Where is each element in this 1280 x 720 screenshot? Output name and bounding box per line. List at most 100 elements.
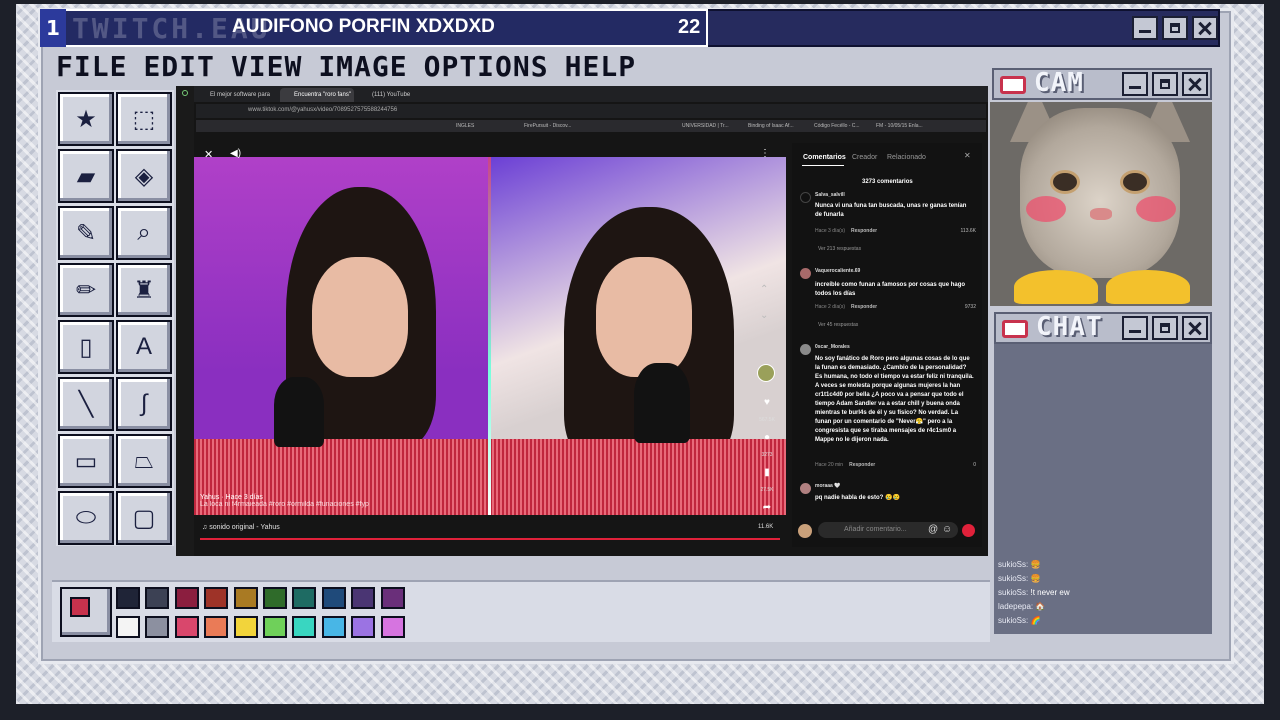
star-icon[interactable]: ★ (58, 92, 114, 146)
fill-icon[interactable]: ◈ (116, 149, 172, 203)
comment-user[interactable]: Salva_salvill (815, 192, 845, 198)
color-swatch[interactable] (174, 587, 199, 609)
eraser-icon[interactable]: ▰ (58, 149, 114, 203)
color-swatch[interactable] (116, 587, 140, 609)
menu-options[interactable]: OPTIONS (424, 50, 549, 83)
pencil-icon[interactable]: ✏ (58, 263, 114, 317)
avatar[interactable] (800, 344, 811, 355)
color-swatch[interactable] (145, 587, 170, 609)
bookmark-isaac[interactable]: Binding of Isaac Af... (748, 123, 794, 129)
avatar[interactable] (800, 483, 811, 494)
comment-user[interactable]: Vaquerocaliente.69 (815, 268, 860, 274)
tab-youtube[interactable]: (111) YouTube (358, 88, 428, 102)
text-icon[interactable]: A (116, 320, 172, 374)
tab-software[interactable]: El mejor software para pro (196, 88, 276, 112)
color-swatch[interactable] (233, 587, 258, 609)
tab-creador[interactable]: Creador (852, 154, 877, 161)
zoom-icon[interactable]: ⌕ (116, 206, 172, 260)
minimize-button[interactable] (1122, 72, 1148, 96)
reply-link[interactable]: Responder (849, 462, 875, 468)
mention-icon[interactable]: @ (928, 524, 938, 535)
sound-name[interactable]: sonido original - Yahus (209, 524, 280, 531)
tab-relacionado[interactable]: Relacionado (887, 154, 926, 161)
color-swatch[interactable] (292, 587, 317, 609)
ellipse-icon[interactable]: ⬭ (58, 491, 114, 545)
reply-link[interactable]: Responder (851, 304, 877, 310)
close-button[interactable] (1182, 316, 1208, 340)
creator-avatar[interactable] (757, 364, 775, 382)
volume-icon[interactable]: ◀) (230, 148, 241, 159)
minimize-button[interactable] (1122, 316, 1148, 340)
eyedropper-icon[interactable]: ✎ (58, 206, 114, 260)
menu-image[interactable]: IMAGE (318, 50, 407, 83)
share-icon[interactable]: ➦ (758, 502, 776, 513)
tab-tiktok[interactable]: Encuentra "roro fans" (280, 88, 354, 102)
comment-user[interactable]: 0scar_Morales (815, 344, 850, 350)
color-swatch[interactable] (116, 616, 140, 638)
comment-likes[interactable]: 0 (950, 462, 976, 468)
bookmarks-bar (196, 120, 986, 132)
brush-icon[interactable]: ♜ (116, 263, 172, 317)
bookmark-ingles[interactable]: INGLES (456, 123, 474, 129)
bookmark-fm[interactable]: FM - 10/05/15 Enla... (876, 123, 923, 129)
color-swatch[interactable] (321, 587, 346, 609)
like-icon[interactable]: ♥ (758, 397, 776, 408)
close-button[interactable] (1182, 72, 1208, 96)
menu-file[interactable]: FILE (56, 50, 127, 83)
address-url[interactable]: www.tiktok.com/@yahusx/video/70895275755… (248, 107, 397, 113)
color-swatch[interactable] (204, 616, 229, 638)
color-swatch[interactable] (263, 616, 287, 638)
color-swatch[interactable] (174, 616, 199, 638)
reply-link[interactable]: Responder (851, 228, 877, 234)
color-swatch[interactable] (292, 616, 317, 638)
color-swatch[interactable] (351, 587, 376, 609)
maximize-button[interactable] (1162, 16, 1188, 40)
menu-edit[interactable]: EDIT (143, 50, 214, 83)
maximize-button[interactable] (1152, 72, 1178, 96)
video-player[interactable] (194, 157, 786, 515)
avatar[interactable] (800, 268, 811, 279)
window-icon (1002, 320, 1028, 338)
color-swatch[interactable] (204, 587, 229, 609)
emoji-icon[interactable]: ☺ (942, 524, 952, 535)
close-button[interactable] (1192, 16, 1218, 40)
color-swatch[interactable] (263, 587, 287, 609)
more-icon[interactable]: ⋮ (760, 148, 770, 159)
bookmark-codigo[interactable]: Código Fecéllo - C... (814, 123, 860, 129)
spray-icon[interactable]: ▯ (58, 320, 114, 374)
color-swatch[interactable] (233, 616, 258, 638)
comment-icon[interactable]: ● (758, 432, 776, 443)
next-video-icon[interactable]: ⌄ (760, 310, 768, 321)
close-video-icon[interactable]: ✕ (204, 148, 213, 161)
bookmark-firepursuit[interactable]: FirePursuit - Discov... (524, 123, 571, 129)
comment-likes[interactable]: 9732 (950, 304, 976, 310)
comment-user[interactable]: moraaa 🤍 (815, 483, 840, 489)
bookmark-universidad[interactable]: UNIVERSIDAD | Tr... (682, 123, 729, 129)
menu-view[interactable]: VIEW (231, 50, 302, 83)
rounded-rect-icon[interactable]: ▢ (116, 491, 172, 545)
line-icon[interactable]: ╲ (58, 377, 114, 431)
browser-logo-icon (182, 90, 188, 96)
rectangle-icon[interactable]: ▭ (58, 434, 114, 488)
tab-comentarios[interactable]: Comentarios (803, 154, 846, 161)
video-progress-bar[interactable] (200, 538, 780, 540)
view-replies[interactable]: Ver 213 respuestas (818, 246, 861, 252)
minimize-button[interactable] (1132, 16, 1158, 40)
close-comments-icon[interactable]: ✕ (964, 151, 971, 160)
polygon-icon[interactable]: ⏢ (116, 434, 172, 488)
save-icon[interactable]: ▮ (758, 467, 776, 478)
color-swatch[interactable] (380, 587, 405, 609)
color-swatch[interactable] (380, 616, 405, 638)
color-swatch[interactable] (145, 616, 170, 638)
color-swatch[interactable] (351, 616, 376, 638)
comment-likes[interactable]: 113.6K (950, 228, 976, 234)
menu-help[interactable]: HELP (565, 50, 636, 83)
prev-video-icon[interactable]: ⌃ (760, 284, 768, 295)
maximize-button[interactable] (1152, 316, 1178, 340)
color-swatch[interactable] (321, 616, 346, 638)
view-replies[interactable]: Ver 45 respuestas (818, 322, 858, 328)
curve-icon[interactable]: ∫ (116, 377, 172, 431)
avatar[interactable] (800, 192, 811, 203)
select-icon[interactable]: ⬚ (116, 92, 172, 146)
send-icon[interactable] (962, 524, 975, 537)
